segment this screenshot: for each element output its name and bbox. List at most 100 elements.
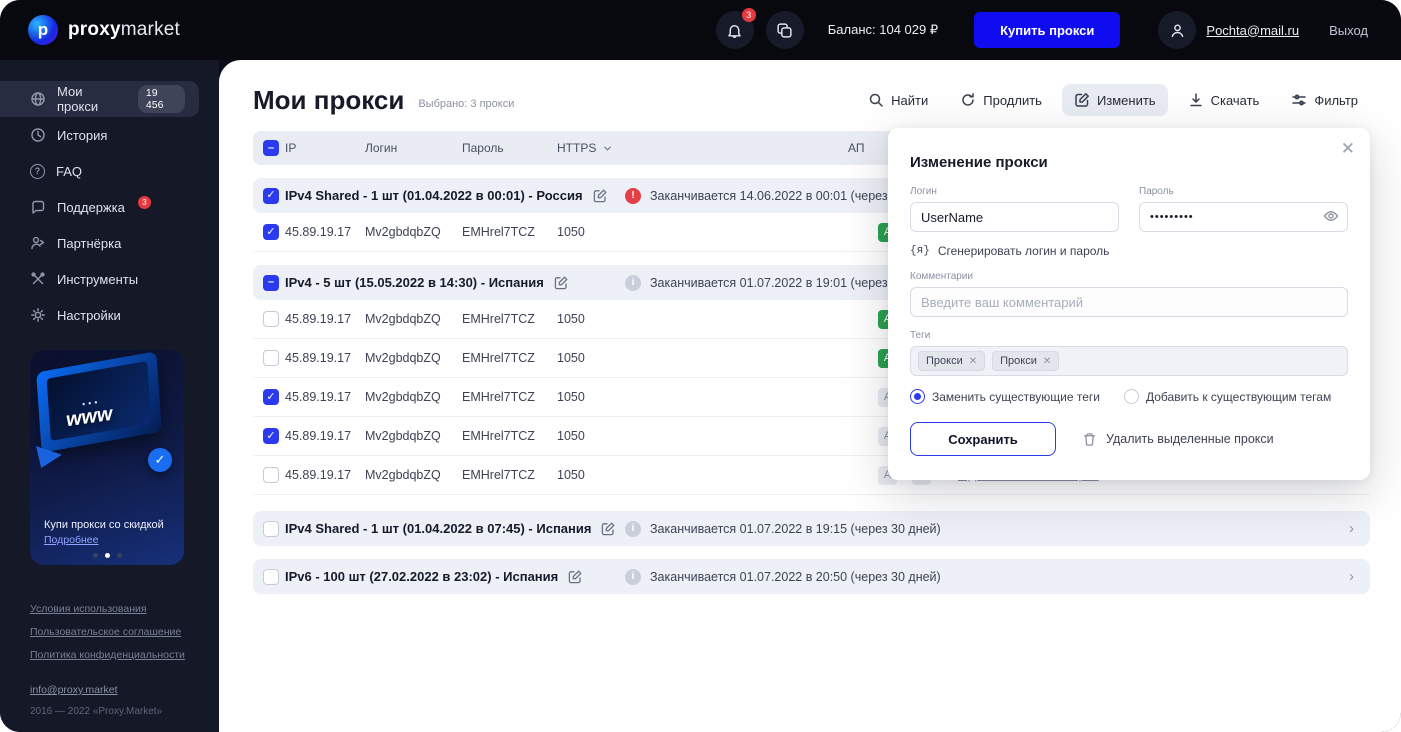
find-button[interactable]: Найти xyxy=(856,84,940,116)
tag-chip: Прокси ✕ xyxy=(918,351,986,371)
group-checkbox[interactable] xyxy=(263,520,279,537)
carousel-dot[interactable] xyxy=(92,553,98,558)
remove-tag-icon[interactable]: ✕ xyxy=(1043,356,1051,367)
trash-icon xyxy=(1083,432,1096,446)
cell-https: 1050 xyxy=(557,429,585,443)
bell-icon xyxy=(728,24,742,38)
contact-email-link[interactable]: info@proxy.market xyxy=(30,684,118,696)
row-checkbox[interactable] xyxy=(263,224,279,240)
sidebar-footer-links: Условия использования Пользовательское с… xyxy=(30,603,185,672)
column-https-dropdown[interactable]: HTTPS xyxy=(557,141,848,155)
sidebar-item-label: Мои прокси xyxy=(57,84,99,114)
cell-password: EMHrel7TCZ xyxy=(462,429,535,443)
sidebar-item-tools[interactable]: Инструменты xyxy=(0,261,199,297)
comments-input[interactable] xyxy=(910,287,1348,317)
sidebar-item-label: История xyxy=(57,127,108,143)
edit-group-icon[interactable] xyxy=(553,275,569,291)
promo-image: ••• www ✓ xyxy=(30,350,184,565)
page-title: Мои прокси xyxy=(253,84,405,115)
filter-button[interactable]: Фильтр xyxy=(1279,84,1370,116)
cell-login: Mv2gbdqbZQ xyxy=(365,312,441,326)
promocodes-button[interactable] xyxy=(765,11,804,49)
tag-chip: Прокси ✕ xyxy=(992,351,1060,371)
cell-ip: 45.89.19.17 xyxy=(285,312,352,326)
column-login: Логин xyxy=(365,141,398,155)
app-window: p proxymarket 3 Баланс: 104 029 ₽ Купить… xyxy=(0,0,1401,732)
password-label: Пароль xyxy=(1139,186,1174,197)
cell-login: Mv2gbdqbZQ xyxy=(365,429,441,443)
user-agreement-link[interactable]: Пользовательское соглашение xyxy=(30,626,185,638)
cell-login: Mv2gbdqbZQ xyxy=(365,390,441,404)
balance-text: Баланс: 104 029 ₽ xyxy=(827,22,939,37)
sidebar-item-support[interactable]: Поддержка 3 xyxy=(0,189,199,225)
proxy-group-row[interactable]: IPv6 - 100 шт (27.02.2022 в 23:02) - Исп… xyxy=(253,559,1370,594)
row-checkbox[interactable] xyxy=(263,467,279,483)
edit-group-icon[interactable] xyxy=(592,188,608,204)
expiry-text: Заканчивается 01.07.2022 в 19:15 (через … xyxy=(650,521,941,536)
info-icon: i xyxy=(625,568,641,585)
remove-tag-icon[interactable]: ✕ xyxy=(969,356,977,367)
logout-link[interactable]: Выход xyxy=(1329,23,1368,38)
generate-credentials-link[interactable]: {я} Сгенерировать логин и пароль xyxy=(910,244,1348,258)
row-checkbox[interactable] xyxy=(263,350,279,366)
login-input[interactable] xyxy=(910,202,1119,232)
cell-https: 1050 xyxy=(557,468,585,482)
row-checkbox[interactable] xyxy=(263,389,279,405)
download-button[interactable]: Скачать xyxy=(1176,84,1272,116)
promo-more-link[interactable]: Подробнее xyxy=(44,534,98,546)
terms-link[interactable]: Условия использования xyxy=(30,603,185,615)
search-icon xyxy=(869,93,883,107)
close-icon[interactable]: ✕ xyxy=(1341,139,1355,159)
password-input[interactable] xyxy=(1139,202,1348,232)
expand-chevron-icon[interactable]: › xyxy=(1349,568,1354,585)
delete-selected-button[interactable]: Удалить выделенные прокси xyxy=(1082,432,1274,447)
column-ip: IP xyxy=(285,141,297,155)
row-checkbox[interactable] xyxy=(263,428,279,444)
sidebar-item-faq[interactable]: ? FAQ xyxy=(0,153,199,189)
notifications-button[interactable]: 3 xyxy=(715,8,756,49)
sidebar-item-settings[interactable]: Настройки xyxy=(0,297,199,333)
privacy-policy-link[interactable]: Политика конфиденциальности xyxy=(30,649,185,661)
radio-append-tags[interactable]: Добавить к существующим тегам xyxy=(1123,389,1331,404)
cell-ip: 45.89.19.17 xyxy=(285,225,352,239)
edit-button[interactable]: Изменить xyxy=(1061,84,1168,116)
sidebar-item-label: Партнёрка xyxy=(57,235,122,251)
person-icon xyxy=(1171,23,1184,37)
sidebar-item-label: FAQ xyxy=(56,163,83,179)
sidebar-item-history[interactable]: История xyxy=(0,117,199,153)
logo[interactable]: p proxymarket xyxy=(28,15,180,45)
expand-chevron-icon[interactable]: › xyxy=(1349,520,1354,537)
history-icon xyxy=(31,128,45,142)
sidebar-item-partners[interactable]: Партнёрка xyxy=(0,225,199,261)
account-button[interactable] xyxy=(1158,11,1197,49)
select-all-checkbox[interactable] xyxy=(263,140,279,156)
edit-group-icon[interactable] xyxy=(600,521,616,537)
radio-replace-tags[interactable]: Заменить существующие теги xyxy=(910,389,1100,404)
expiry-text: Заканчивается 01.07.2022 в 20:50 (через … xyxy=(650,569,941,584)
group-checkbox[interactable] xyxy=(263,187,279,204)
edit-group-icon[interactable] xyxy=(567,569,583,585)
group-checkbox[interactable] xyxy=(263,568,279,585)
carousel-dot-active[interactable] xyxy=(104,553,110,558)
eye-icon[interactable] xyxy=(1323,208,1339,224)
account: Pochta@mail.ru xyxy=(1158,11,1299,49)
tags-input[interactable]: Прокси ✕ Прокси ✕ xyxy=(910,346,1348,376)
row-checkbox[interactable] xyxy=(263,311,279,327)
extend-button[interactable]: Продлить xyxy=(948,84,1054,116)
buy-proxy-button[interactable]: Купить прокси xyxy=(974,12,1121,48)
partner-icon xyxy=(31,236,45,250)
promo-banner[interactable]: ••• www ✓ Купи прокси со скидкой Подробн… xyxy=(30,350,184,565)
refresh-icon xyxy=(962,93,974,106)
cell-https: 1050 xyxy=(557,312,585,326)
sidebar-item-my-proxies[interactable]: Мои прокси 19 456 xyxy=(0,81,199,117)
info-icon: i xyxy=(625,520,641,537)
save-button[interactable]: Сохранить xyxy=(910,422,1056,456)
main-panel: Мои прокси Выбрано: 3 прокси Найти Продл… xyxy=(219,60,1401,732)
account-email-link[interactable]: Pochta@mail.ru xyxy=(1206,23,1299,38)
edit-icon xyxy=(1075,93,1089,107)
carousel-dot[interactable] xyxy=(116,553,122,558)
column-password: Пароль xyxy=(462,141,504,155)
sidebar-item-label: Настройки xyxy=(57,307,121,323)
proxy-group-row[interactable]: IPv4 Shared - 1 шт (01.04.2022 в 07:45) … xyxy=(253,511,1370,546)
group-checkbox[interactable] xyxy=(263,274,279,291)
